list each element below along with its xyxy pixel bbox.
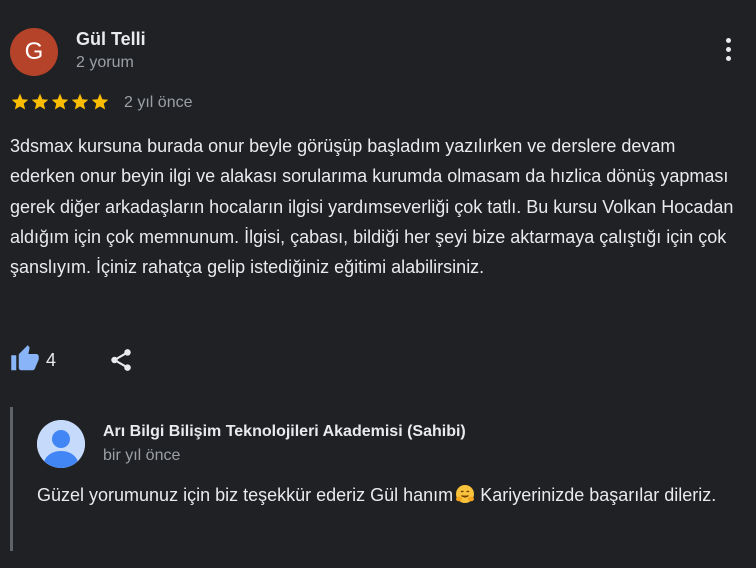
author-review-count: 2 yorum [76,54,134,71]
share-button[interactable] [108,346,134,374]
star-icon [91,93,109,110]
like-button[interactable] [10,344,40,374]
more-options-button[interactable] [718,38,738,66]
owner-reply-text-part1: Güzel yorumunuz için biz teşekkür ederiz… [37,485,454,505]
star-icon [31,93,49,110]
reply-divider [10,407,13,551]
owner-reply-text-part2: Kariyerinizde başarılar dileriz. [475,485,717,505]
hugging-face-icon [455,483,475,503]
share-icon [111,349,131,371]
owner-name[interactable]: Arı Bilgi Bilişim Teknolojileri Akademis… [103,423,466,441]
thumbs-up-icon [11,345,39,371]
owner-reply-text: Güzel yorumunuz için biz teşekkür ederiz… [37,480,727,510]
owner-reply-time: bir yıl önce [103,447,181,464]
author-name[interactable]: Gül Telli [76,29,146,50]
dot-icon [725,56,731,61]
star-icon [71,93,89,110]
like-count: 4 [46,350,57,370]
author-avatar[interactable]: G [10,28,58,76]
star-icon [51,93,69,110]
star-icon [11,93,29,110]
review-time: 2 yıl önce [124,94,193,111]
dot-icon [725,38,731,43]
review-text: 3dsmax kursuna burada onur beyle görüşüp… [10,136,734,278]
star-rating [10,92,110,112]
dot-icon [725,47,731,52]
owner-avatar[interactable] [37,420,85,468]
user-placeholder-icon [37,420,85,468]
